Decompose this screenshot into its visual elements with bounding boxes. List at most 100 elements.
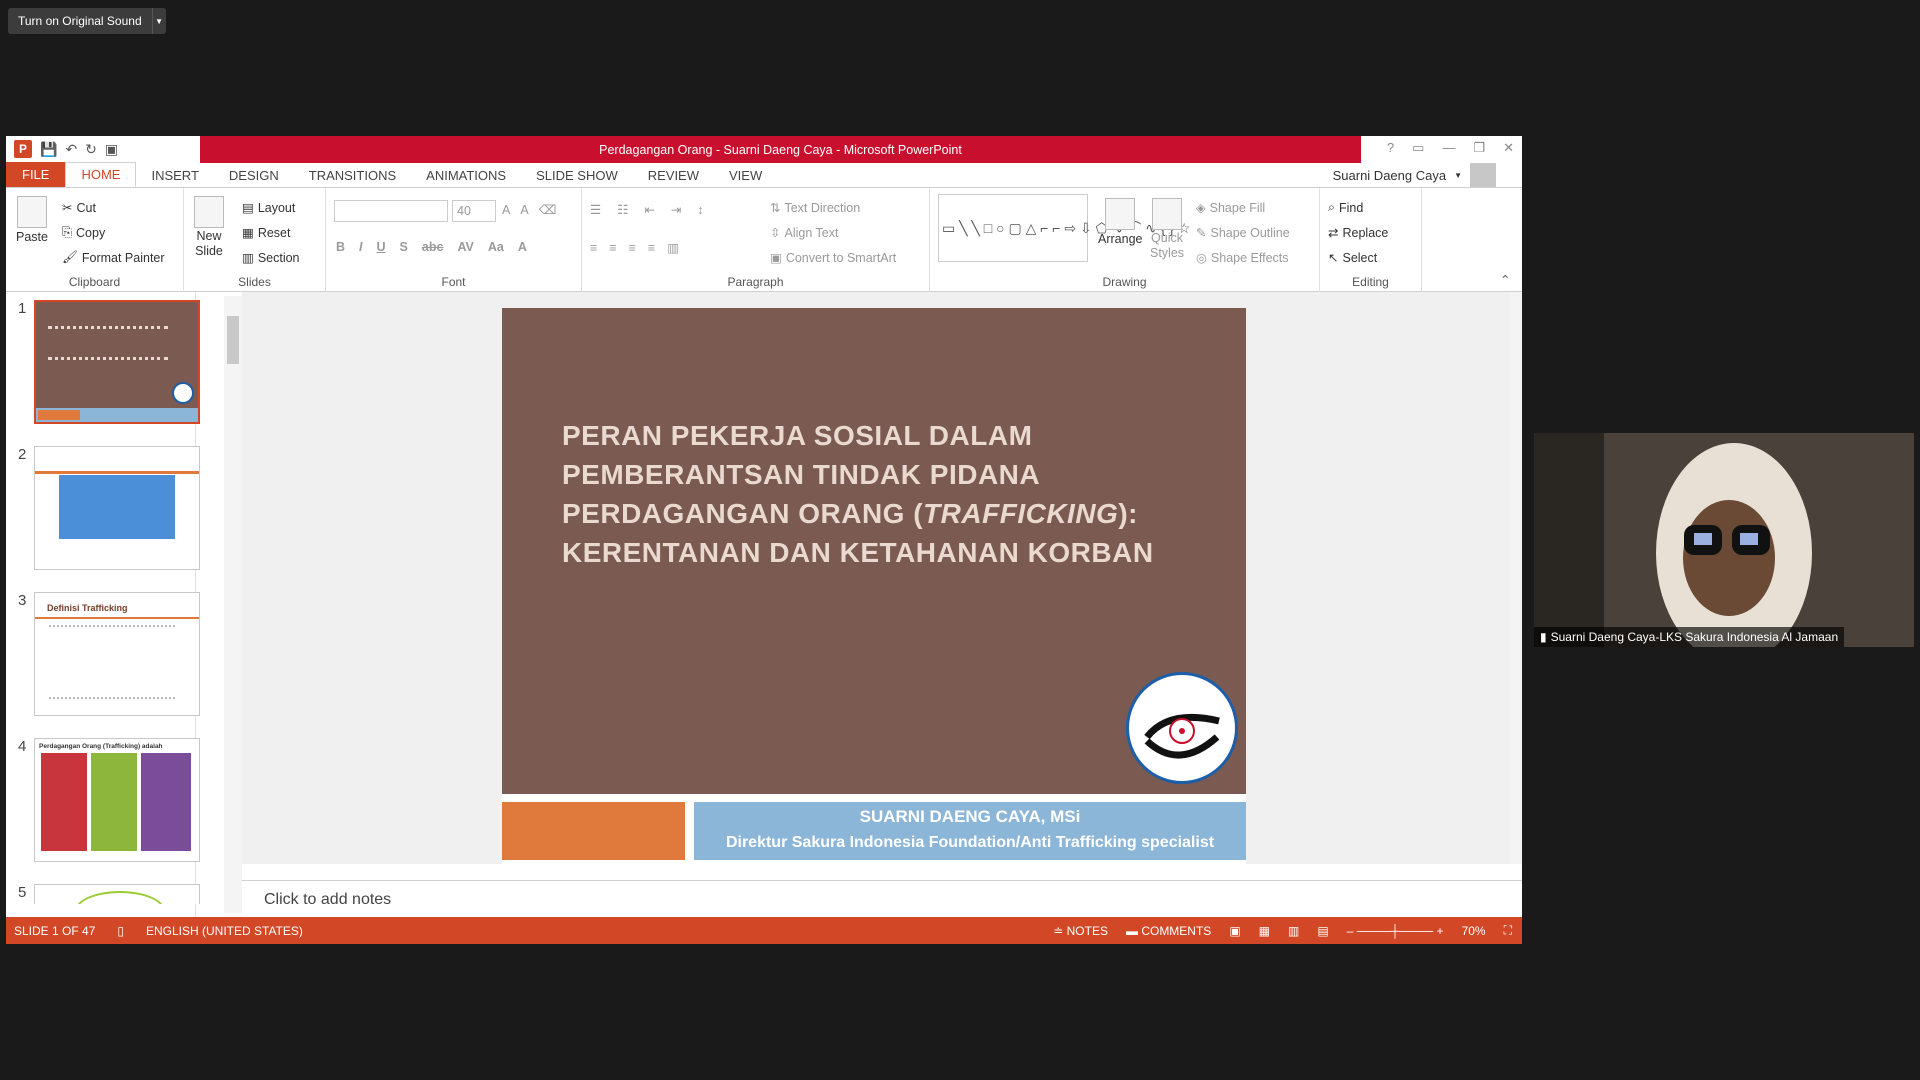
current-slide[interactable]: PERAN PEKERJA SOSIAL DALAM PEMBERANTSAN … [502, 308, 1246, 866]
change-case-icon[interactable]: Aa [488, 240, 504, 254]
thumbnails-scrollbar[interactable] [224, 296, 242, 913]
quick-styles-button[interactable]: Quick Styles [1150, 198, 1184, 260]
shrink-font-icon[interactable]: A [520, 203, 528, 217]
convert-smartart-button[interactable]: ▣ Convert to SmartArt [770, 250, 896, 266]
shape-effects-button[interactable]: ◎ Shape Effects [1196, 250, 1289, 266]
cut-label: Cut [76, 200, 96, 215]
font-size-input[interactable]: 40 [452, 200, 496, 222]
slide-title[interactable]: PERAN PEKERJA SOSIAL DALAM PEMBERANTSAN … [562, 416, 1202, 572]
thumbnail-slide-4[interactable]: Perdagangan Orang (Trafficking) adalah [34, 738, 200, 862]
tab-design[interactable]: DESIGN [214, 163, 294, 187]
slide-sorter-icon[interactable]: ▦ [1259, 924, 1270, 938]
columns-icon[interactable]: ▥ [667, 240, 679, 255]
tab-view[interactable]: VIEW [714, 163, 777, 187]
language-indicator[interactable]: ENGLISH (UNITED STATES) [146, 924, 303, 938]
thumbnail-logo [172, 382, 194, 404]
thumbnail-column-purple [141, 753, 191, 851]
close-icon[interactable]: ✕ [1503, 140, 1514, 156]
shapes-gallery[interactable]: ▭ ╲ ╲ □ ○ ▢ △ ⌐ ⌐ ⇨ ⇩ ⬠ ∿ ⌒ ∿ { } ☆ [938, 194, 1190, 262]
quick-styles-icon [1152, 198, 1183, 230]
user-account[interactable]: Suarni Daeng Caya ▼ [1333, 163, 1496, 187]
font-color-icon[interactable]: A [518, 240, 527, 254]
styles-label: Styles [1150, 246, 1185, 260]
bullets-icon[interactable]: ☰ [590, 202, 601, 217]
section-button[interactable]: ▥ Section [242, 250, 300, 266]
align-right-icon[interactable]: ≡ [629, 241, 636, 255]
increase-indent-icon[interactable]: ⇥ [671, 202, 681, 217]
editor-scrollbar[interactable] [1510, 292, 1522, 864]
tab-review[interactable]: REVIEW [633, 163, 714, 187]
grow-font-icon[interactable]: A [502, 203, 510, 217]
layout-button[interactable]: ▤ Layout [242, 200, 295, 216]
thumbnail-slide-3[interactable]: Definisi Trafficking [34, 592, 200, 716]
reading-view-icon[interactable]: ▥ [1288, 924, 1299, 938]
undo-icon[interactable]: ↶ [65, 141, 77, 158]
shape-outline-button[interactable]: ✎ Shape Outline [1196, 225, 1290, 241]
fit-slide-icon[interactable]: ⛶ [1504, 923, 1512, 938]
slide-title-line-2: PEMBERANTSAN TINDAK PIDANA [562, 459, 1041, 490]
restore-icon[interactable]: ❐ [1473, 140, 1485, 156]
italic-icon[interactable]: I [359, 240, 362, 254]
copy-button[interactable]: ⎘ Copy [62, 225, 105, 240]
notes-button[interactable]: ≐ NOTES [1053, 924, 1108, 938]
normal-view-icon[interactable]: ▣ [1229, 924, 1240, 938]
align-left-icon[interactable]: ≡ [590, 241, 597, 255]
shape-fill-button[interactable]: ◈ Shape Fill [1196, 200, 1265, 216]
tab-animations[interactable]: ANIMATIONS [411, 163, 521, 187]
thumbnail-slide-1[interactable] [34, 300, 200, 424]
cut-button[interactable]: ✂ Cut [62, 200, 96, 216]
zoom-slider[interactable]: – ────┼──── + [1347, 924, 1444, 938]
numbering-icon[interactable]: ☷ [617, 202, 628, 217]
minimize-icon[interactable]: — [1442, 140, 1455, 156]
tab-file[interactable]: FILE [6, 162, 66, 187]
thumbnail-slide-2[interactable] [34, 446, 200, 570]
tab-slide-show[interactable]: SLIDE SHOW [521, 163, 633, 187]
scrollbar-thumb[interactable] [227, 316, 239, 364]
tab-transitions[interactable]: TRANSITIONS [294, 163, 411, 187]
slide-presenter-box[interactable]: SUARNI DAENG CAYA, MSi Direktur Sakura I… [694, 802, 1246, 860]
slide-title-line-3-part-a: PERDAGANGAN ORANG ( [562, 498, 924, 529]
paste-button[interactable]: Paste [16, 196, 48, 244]
shadow-icon[interactable]: S [400, 240, 408, 254]
format-painter-button[interactable]: 🖌 Format Painter [62, 250, 165, 265]
notes-pane[interactable]: Click to add notes [242, 880, 1522, 917]
collapse-ribbon-icon[interactable]: ⌃ [1500, 272, 1510, 287]
arrange-button[interactable]: Arrange [1098, 198, 1142, 246]
replace-button[interactable]: ⇄ Replace [1328, 225, 1388, 241]
new-slide-button[interactable]: New Slide [194, 196, 224, 258]
underline-icon[interactable]: U [377, 240, 386, 254]
comments-button[interactable]: ▬ COMMENTS [1126, 924, 1211, 938]
thumbnail-slide-5[interactable] [34, 884, 200, 904]
ribbon-display-icon[interactable]: ▭ [1412, 140, 1424, 156]
slideshow-icon[interactable]: ▤ [1317, 924, 1328, 938]
tab-insert[interactable]: INSERT [136, 163, 213, 187]
slide-title-line-4: KERENTANAN DAN KETAHANAN KORBAN [562, 537, 1154, 568]
thumbnail-number: 4 [18, 738, 27, 755]
spacing-icon[interactable]: AV [457, 240, 473, 254]
tab-home[interactable]: HOME [65, 162, 137, 187]
text-direction-button[interactable]: ⇅ Text Direction [770, 200, 860, 216]
zoom-level[interactable]: 70% [1462, 924, 1486, 938]
font-name-input[interactable] [334, 200, 448, 222]
presentation-icon[interactable]: ▣ [105, 141, 118, 158]
align-text-button[interactable]: ⇳ Align Text [770, 225, 838, 241]
strikethrough-icon[interactable]: abc [422, 240, 444, 254]
reset-button[interactable]: ▦ Reset [242, 225, 290, 241]
bold-icon[interactable]: B [336, 240, 345, 254]
justify-icon[interactable]: ≡ [648, 241, 655, 255]
find-button[interactable]: ⌕ Find [1328, 200, 1363, 215]
help-icon[interactable]: ? [1387, 140, 1394, 156]
chevron-down-icon[interactable]: ▼ [151, 8, 166, 34]
decrease-indent-icon[interactable]: ⇤ [644, 202, 654, 217]
redo-icon[interactable]: ↻ [85, 141, 97, 158]
align-center-icon[interactable]: ≡ [609, 241, 616, 255]
select-button[interactable]: ↖ Select [1328, 250, 1377, 266]
line-spacing-icon[interactable]: ↕ [697, 203, 703, 217]
thumbnail-number: 2 [18, 446, 27, 463]
clear-format-icon[interactable]: ⌫ [539, 202, 557, 217]
status-bar: SLIDE 1 OF 47 ▯ ENGLISH (UNITED STATES) … [6, 917, 1522, 944]
original-sound-button[interactable]: Turn on Original Sound ▼ [8, 8, 166, 34]
spell-check-icon[interactable]: ▯ [117, 924, 124, 938]
save-icon[interactable]: 💾 [40, 141, 57, 158]
participant-video[interactable]: ▮ Suarni Daeng Caya-LKS Sakura Indonesia… [1534, 433, 1914, 647]
